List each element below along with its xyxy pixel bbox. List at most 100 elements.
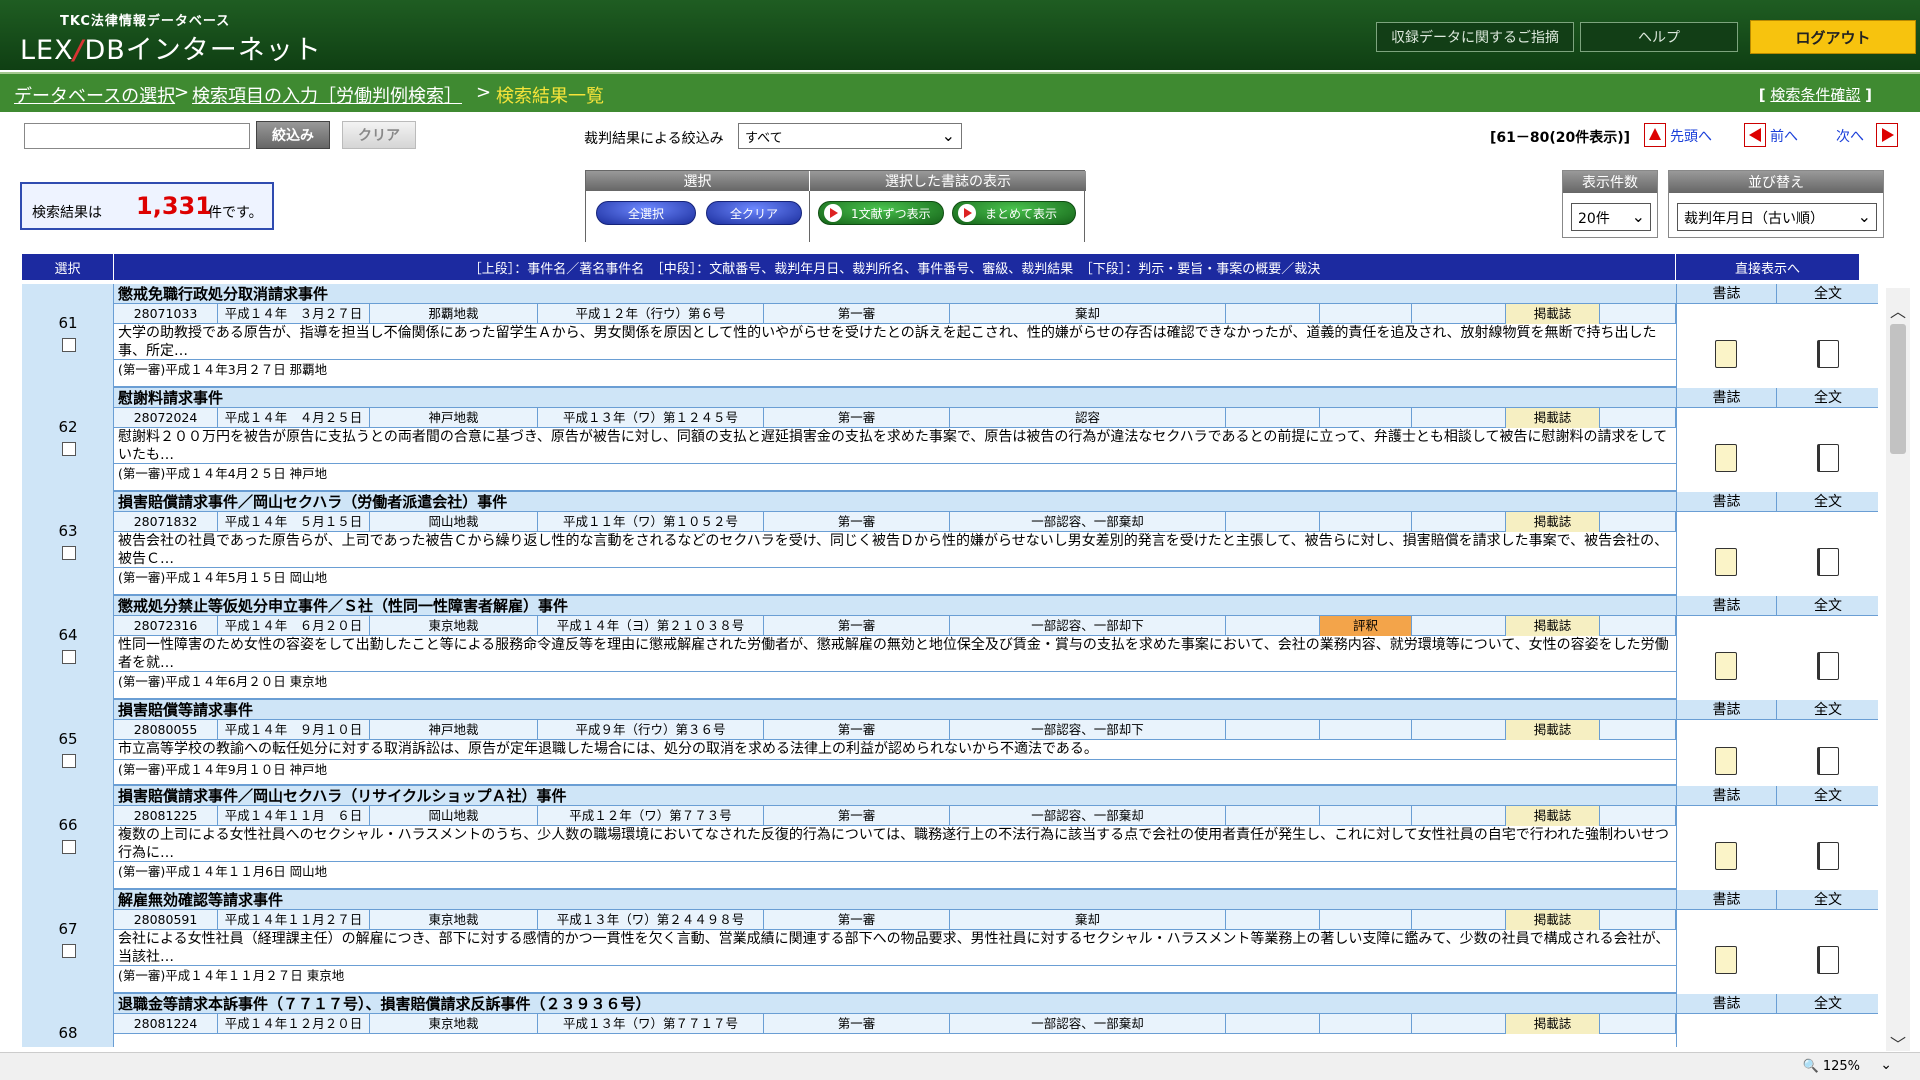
arrow-right-icon [958,204,976,222]
per-page-select[interactable]: 20件 ⌄ [1571,203,1651,231]
result-count-box: 検索結果は 1,331 件です。 [20,182,274,230]
breadcrumb-db-select[interactable]: データベースの選択 [14,82,175,108]
fulltext-document-icon[interactable] [1817,946,1839,974]
vertical-scrollbar[interactable]: ︿ ﹀ [1886,288,1910,1054]
biblio-document-icon[interactable] [1715,444,1737,472]
next-page-icon[interactable] [1876,123,1898,147]
fulltext-document-icon[interactable] [1817,652,1839,680]
record-checkbox[interactable] [62,546,76,560]
biblio-label: 書誌 [1677,388,1777,408]
record-title[interactable]: 損害賠償請求事件／岡山セクハラ（労働者派遣会社）事件 [114,492,1676,512]
meta-court: 神戸地裁 [370,720,538,740]
record-title[interactable]: 懲戒免職行政処分取消請求事件 [114,284,1676,304]
header-select: 選択 [22,254,114,280]
clear-button[interactable]: クリア [342,121,416,149]
fulltext-label: 全文 [1777,388,1878,408]
filter-text-input[interactable] [24,123,250,149]
meta-date: 平成１４年 ４月２５日 [218,408,370,428]
fulltext-document-icon[interactable] [1817,340,1839,368]
meta-date: 平成１４年 ３月２７日 [218,304,370,324]
meta-note [1320,512,1412,532]
zoom-level[interactable]: 🔍 125% [1803,1059,1861,1074]
meta-result: 認容 [950,408,1226,428]
prev-page-icon[interactable] [1744,123,1766,147]
meta-blank [1600,910,1676,930]
sort-select[interactable]: 裁判年月日（古い順） ⌄ [1677,203,1877,231]
meta-blank [1412,408,1506,428]
record-direct-cell: 書誌 全文 [1676,388,1878,492]
record-title[interactable]: 慰謝料請求事件 [114,388,1676,408]
record-title[interactable]: 退職金等請求本訴事件（７７１７号）、損害賠償請求反訴事件（２３９３６号） [114,994,1676,1014]
meta-blank [1412,1014,1506,1034]
fulltext-document-icon[interactable] [1817,444,1839,472]
feedback-button[interactable]: 収録データに関するご指摘 [1376,22,1574,52]
fulltext-document-icon[interactable] [1817,842,1839,870]
meta-publication: 掲載誌 [1506,806,1600,826]
meta-publication: 掲載誌 [1506,408,1600,428]
clear-all-button[interactable]: 全クリア [706,201,802,225]
biblio-label: 書誌 [1677,492,1777,512]
meta-note [1320,806,1412,826]
help-button[interactable]: ヘルプ [1580,22,1738,52]
scroll-down-icon[interactable]: ﹀ [1886,1031,1910,1054]
logo[interactable]: LEX/DBインターネット [20,28,322,67]
narrow-button[interactable]: 絞込み [256,121,330,149]
result-filter-select[interactable]: すべて ⌄ [738,123,962,149]
scroll-up-icon[interactable]: ︿ [1886,298,1910,321]
search-conditions-link[interactable]: [ 検索条件確認 ] [1759,84,1872,105]
record-checkbox[interactable] [62,650,76,664]
record-title[interactable]: 懲戒処分禁止等仮処分申立事件／Ｓ社（性同一性障害者解雇）事件 [114,596,1676,616]
result-record: 66 損害賠償請求事件／岡山セクハラ（リサイクルショップＡ社）事件 280812… [22,786,1878,890]
meta-case-number: 平成１３年（ワ）第７７１７号 [538,1014,764,1034]
fulltext-document-icon[interactable] [1817,747,1839,775]
record-footer: (第一審)平成１４年4月２５日 神戸地 [114,464,1676,484]
record-footer: (第一審)平成１４年5月１５日 岡山地 [114,568,1676,588]
record-title[interactable]: 損害賠償請求事件／岡山セクハラ（リサイクルショップＡ社）事件 [114,786,1676,806]
record-checkbox[interactable] [62,754,76,768]
meta-date: 平成１４年１１月２７日 [218,910,370,930]
zoom-value: 125% [1822,1059,1860,1074]
meta-case-number: 平成１４年（ヨ）第２１０３８号 [538,616,764,636]
breadcrumb-separator: > [174,82,190,103]
biblio-document-icon[interactable] [1715,842,1737,870]
meta-doc-number: 28081224 [114,1014,218,1034]
select-all-button[interactable]: 全選択 [596,201,696,225]
meta-level: 第一審 [764,616,950,636]
record-checkbox[interactable] [62,840,76,854]
fulltext-document-icon[interactable] [1817,548,1839,576]
scroll-thumb[interactable] [1890,324,1906,454]
first-page-link[interactable]: 先頭へ [1670,126,1712,146]
prev-page-link[interactable]: 前へ [1770,126,1798,146]
biblio-document-icon[interactable] [1715,946,1737,974]
meta-publication: 掲載誌 [1506,616,1600,636]
breadcrumb-search-input[interactable]: 検索項目の入力［労働判例検索］ [192,82,462,108]
record-direct-cell: 書誌 全文 [1676,700,1878,786]
record-title[interactable]: 損害賠償等請求事件 [114,700,1676,720]
show-one-by-one-button[interactable]: 1文献ずつ表示 [818,201,944,225]
logo-subtitle: TKC法律情報データベース [60,14,231,29]
next-page-link[interactable]: 次へ [1836,126,1864,146]
meta-level: 第一審 [764,910,950,930]
biblio-document-icon[interactable] [1715,747,1737,775]
record-checkbox[interactable] [62,944,76,958]
logout-button[interactable]: ログアウト [1750,20,1916,54]
chevron-down-icon: ⌄ [941,126,955,145]
biblio-document-icon[interactable] [1715,652,1737,680]
record-title[interactable]: 解雇無効確認等請求事件 [114,890,1676,910]
record-number: 62 [58,418,78,436]
result-record: 64 懲戒処分禁止等仮処分申立事件／Ｓ社（性同一性障害者解雇）事件 280723… [22,596,1878,700]
meta-blank [1600,1014,1676,1034]
meta-blank [1600,806,1676,826]
record-checkbox[interactable] [62,442,76,456]
biblio-document-icon[interactable] [1715,548,1737,576]
chevron-down-icon[interactable]: ⌄ [1880,1057,1892,1073]
show-all-together-button[interactable]: まとめて表示 [952,201,1076,225]
record-number: 61 [58,314,78,332]
meta-court: 岡山地裁 [370,806,538,826]
search-conditions-label: 検索条件確認 [1770,86,1861,104]
first-page-icon[interactable] [1644,123,1666,147]
record-meta: 28071832 平成１４年 ５月１５日 岡山地裁 平成１１年（ワ）第１０５２号 第一審… [114,512,1676,532]
record-checkbox[interactable] [62,338,76,352]
meta-case-number: 平成１２年（ワ）第７７３号 [538,806,764,826]
biblio-document-icon[interactable] [1715,340,1737,368]
